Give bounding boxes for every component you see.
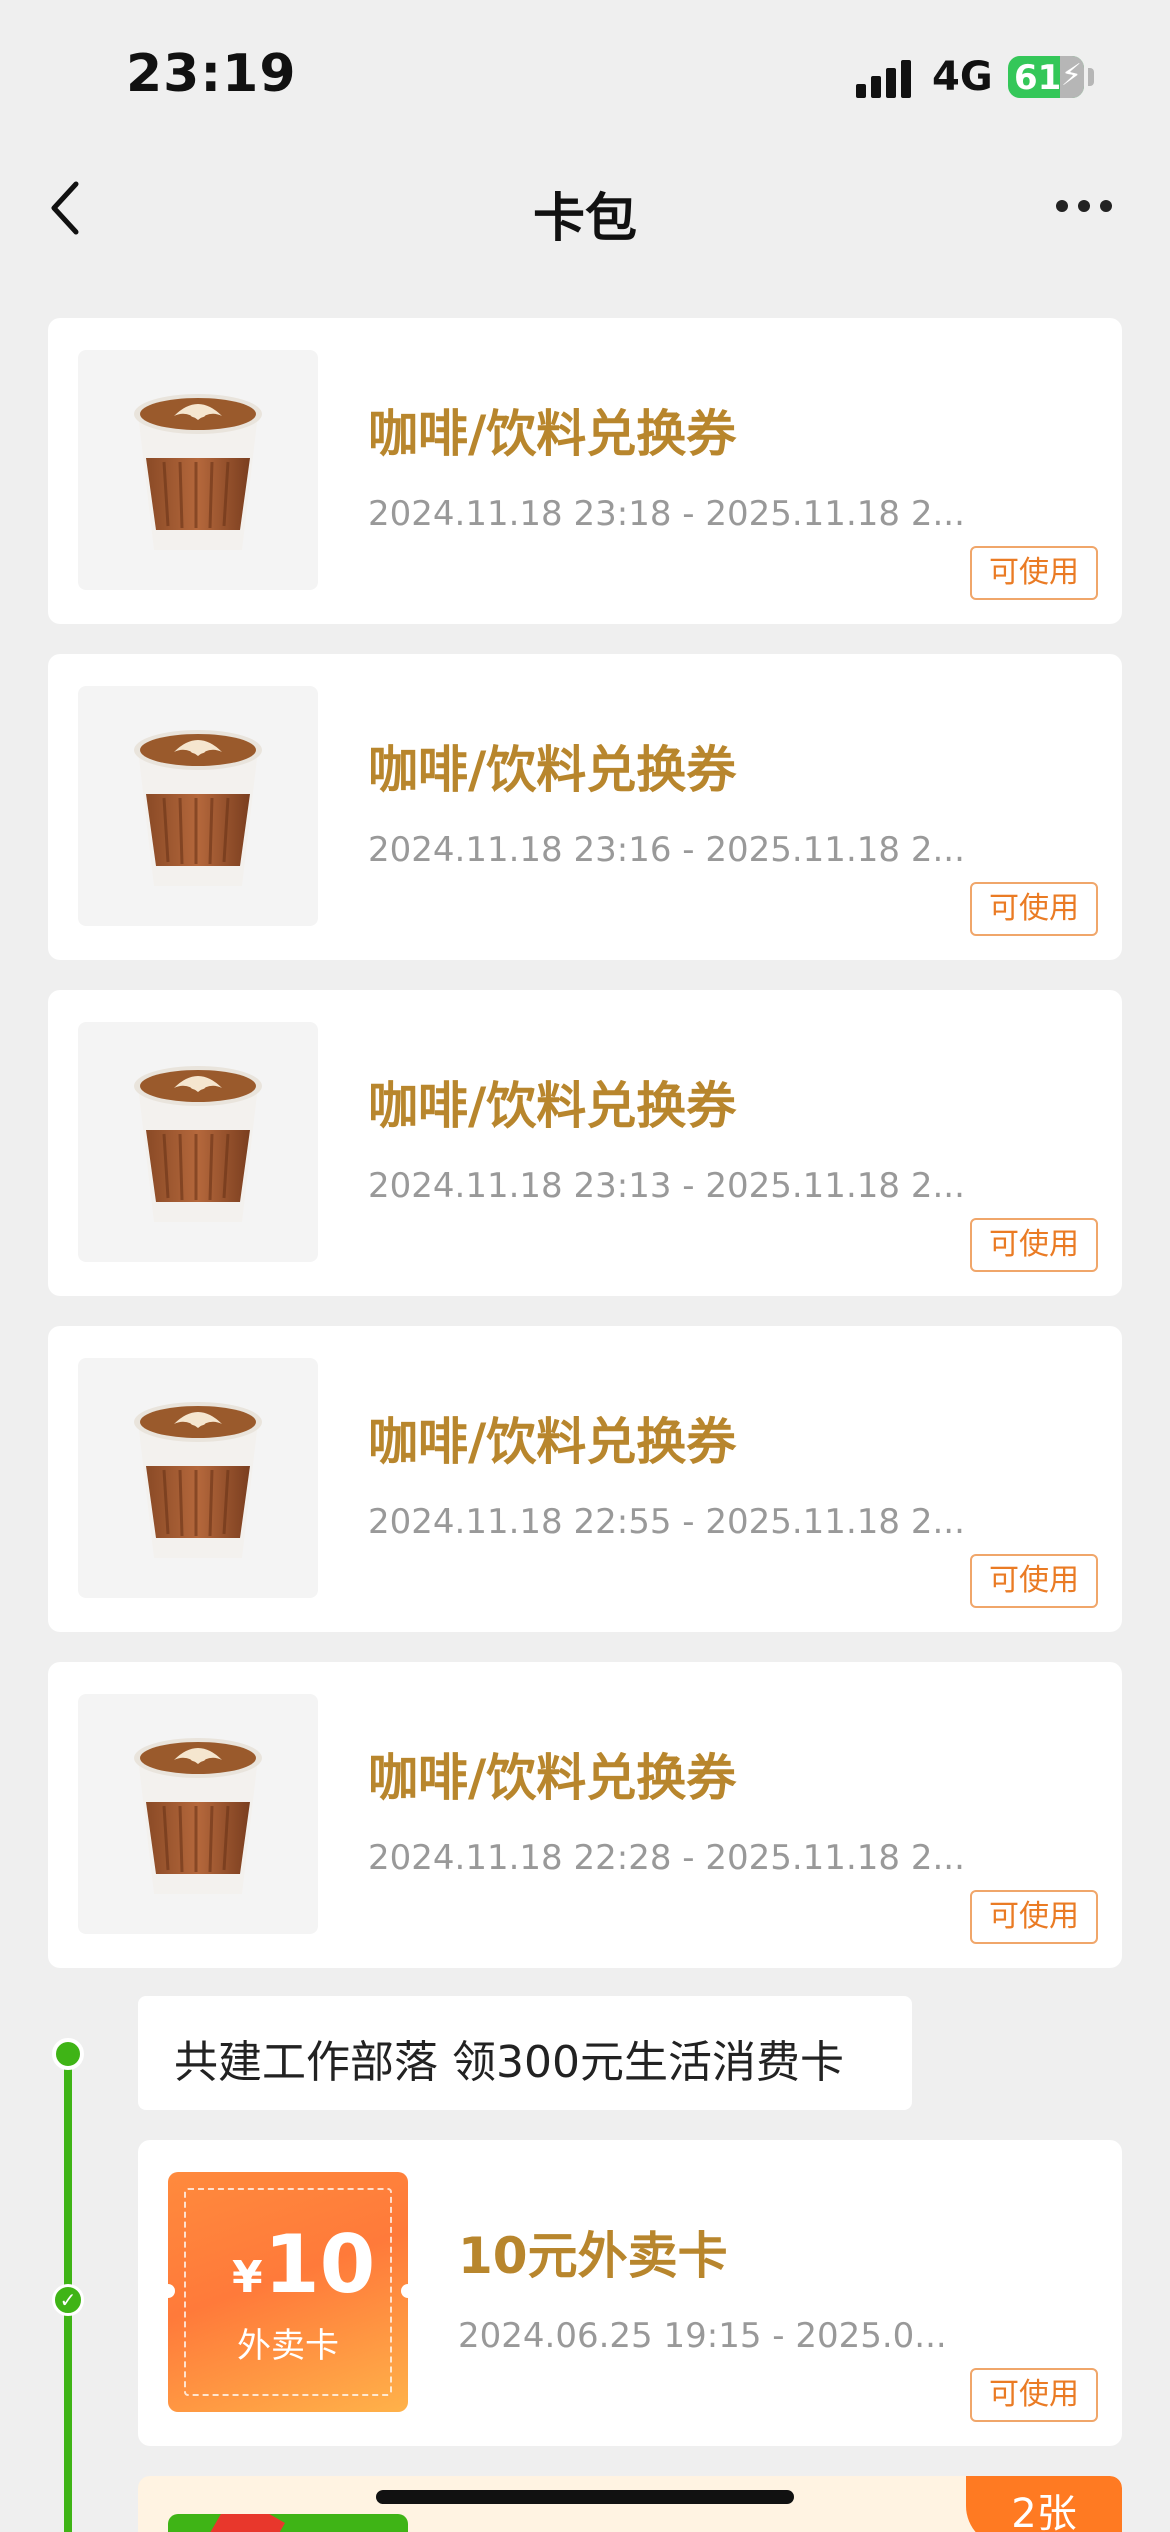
coupon-title: 咖啡/饮料兑换券 [368,1413,737,1471]
card-type-label: 外卖卡 [237,2326,339,2366]
coupon-card[interactable]: 咖啡/饮料兑换券 2024.11.18 22:55 - 2025.11.18 2… [48,1326,1122,1632]
coupon-title: 咖啡/饮料兑换券 [368,405,737,463]
next-card[interactable]: 2张 [138,2476,1122,2532]
coupon-title: 咖啡/饮料兑换券 [368,1077,737,1135]
coffee-cup-icon [78,686,318,926]
battery-icon: 61 ⚡ [1008,56,1084,98]
status-bar: 23:19 4G 61 ⚡ [0,0,1170,150]
coupon-date: 2024.11.18 23:16 - 2025.11.18 2... [368,830,965,870]
home-indicator[interactable] [376,2490,794,2504]
currency-symbol: ¥ [232,2252,263,2303]
coffee-cup-icon [78,1358,318,1598]
coupon-card[interactable]: 咖啡/饮料兑换券 2024.11.18 23:13 - 2025.11.18 2… [48,990,1122,1296]
count-badge: 2张 [966,2476,1122,2532]
waimai-card[interactable]: ¥ 10 外卖卡 10元外卖卡 2024.06.25 19:15 - 2025.… [138,2140,1122,2446]
status-badge[interactable]: 可使用 [970,1554,1098,1608]
card-amount: 10 [264,2218,376,2311]
coupon-title: 咖啡/饮料兑换券 [368,741,737,799]
status-badge[interactable]: 可使用 [970,1890,1098,1944]
coffee-cup-icon [78,1022,318,1262]
group-header-text: 共建工作部落 领300元生活消费卡 [174,2037,844,2088]
coffee-cup-icon [78,350,318,590]
coupon-date: 2024.11.18 22:55 - 2025.11.18 2... [368,1502,965,1542]
coupon-date: 2024.11.18 23:13 - 2025.11.18 2... [368,1166,965,1206]
charging-bolt-icon: ⚡ [1060,58,1082,93]
battery-tip [1088,68,1094,86]
more-icon[interactable] [1054,196,1114,216]
coupon-card[interactable]: 咖啡/饮料兑换券 2024.11.18 22:28 - 2025.11.18 2… [48,1662,1122,1968]
coffee-cup-icon [78,1694,318,1934]
coupon-title: 咖啡/饮料兑换券 [368,1749,737,1807]
network-type: 4G [932,54,993,100]
battery-level: 61 [1014,58,1062,98]
coupon-date: 2024.11.18 23:18 - 2025.11.18 2... [368,494,965,534]
check-icon: ✓ [52,2284,84,2316]
coupon-date: 2024.11.18 22:28 - 2025.11.18 2... [368,1838,965,1878]
status-badge[interactable]: 可使用 [970,2368,1098,2422]
status-badge[interactable]: 可使用 [970,882,1098,936]
status-time: 23:19 [126,44,297,104]
coupon-card[interactable]: 咖啡/饮料兑换券 2024.11.18 23:16 - 2025.11.18 2… [48,654,1122,960]
status-badge[interactable]: 可使用 [970,546,1098,600]
status-badge[interactable]: 可使用 [970,1218,1098,1272]
timeline-dot [52,2038,84,2070]
signal-icon [856,58,912,98]
coupon-date: 2024.06.25 19:15 - 2025.0... [458,2316,947,2356]
page-title: 卡包 [532,189,637,249]
waimai-card-image: ¥ 10 外卖卡 [161,2172,415,2412]
next-card-image [168,2514,408,2532]
group-header[interactable]: 共建工作部落 领300元生活消费卡 [138,1996,912,2110]
coupon-card[interactable]: 咖啡/饮料兑换券 2024.11.18 23:18 - 2025.11.18 2… [48,318,1122,624]
coupon-title: 10元外卖卡 [458,2227,728,2285]
